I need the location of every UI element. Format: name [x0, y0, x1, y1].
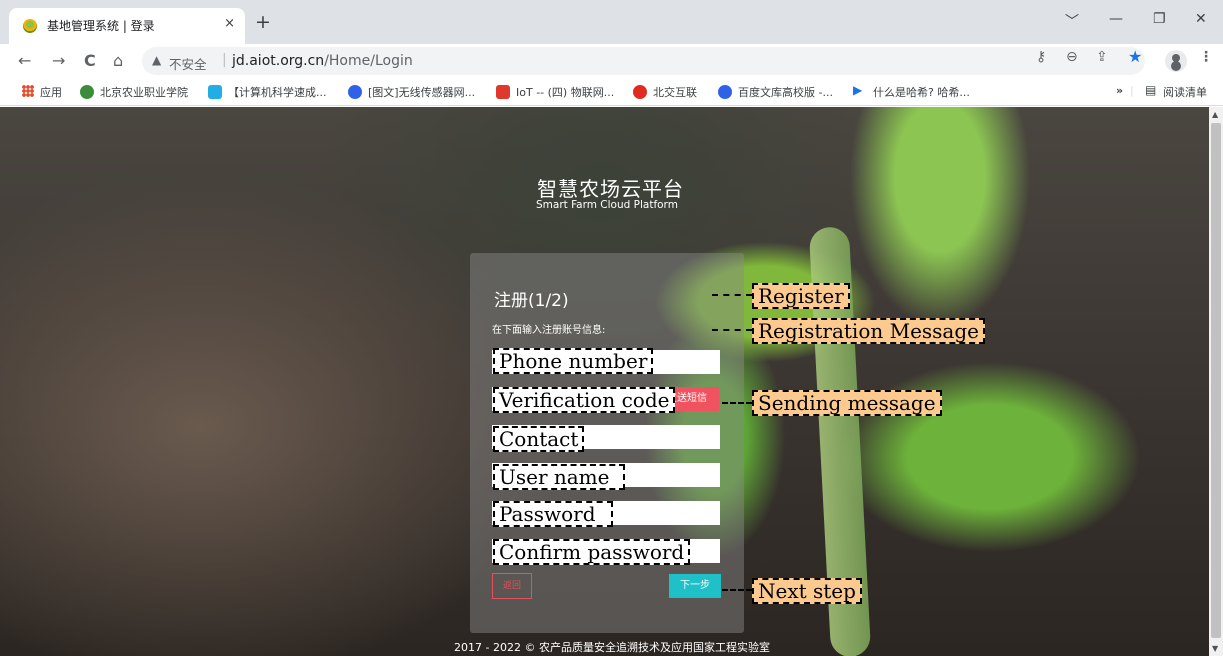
browser-tab[interactable]: 基地管理系统 | 登录 ×	[9, 8, 245, 44]
share-icon[interactable]: ⇪	[1096, 49, 1108, 65]
form-subtitle: 在下面输入注册账号信息:	[492, 325, 606, 336]
csdn-icon	[496, 85, 510, 99]
bookmarks-bar: 应用 北京农业职业学院 【计算机科学速成... [图文]无线传感器网... Io…	[0, 78, 1223, 106]
star-icon[interactable]: ★	[1128, 47, 1142, 66]
annotation-confirm-password: Confirm password	[493, 539, 691, 565]
reload-icon[interactable]: C	[84, 51, 96, 70]
tab-search-icon[interactable]: ﹀	[1065, 11, 1079, 31]
login-page: 智慧农场云平台 Smart Farm Cloud Platform 注册(1/2…	[0, 107, 1223, 656]
scroll-thumb[interactable]	[1211, 123, 1221, 638]
next-step-button[interactable]: 下一步	[669, 574, 721, 598]
divider: |	[1130, 84, 1134, 97]
annotation-register: Register	[752, 283, 850, 309]
scroll-up-icon[interactable]: ▲	[1212, 110, 1218, 119]
divider: |	[222, 52, 227, 68]
bookmark-1[interactable]: 北京农业职业学院	[100, 84, 188, 100]
scroll-down-icon[interactable]: ▼	[1212, 644, 1218, 653]
restore-button[interactable]: ❐	[1153, 11, 1166, 27]
bookmark-5[interactable]: 北交互联	[653, 84, 697, 100]
menu-icon[interactable]: ⋮	[1199, 49, 1213, 65]
url-host: jd.aiot.org.cn	[232, 53, 325, 69]
close-window-button[interactable]: ✕	[1195, 11, 1207, 27]
annotation-phone-number: Phone number	[493, 348, 654, 374]
baidu-icon	[348, 85, 362, 99]
forward-icon[interactable]: →	[52, 51, 65, 70]
home-icon[interactable]: ⌂	[113, 51, 123, 70]
address-bar[interactable]: ▲ 不安全 | jd.aiot.org.cn/Home/Login	[142, 47, 1145, 75]
page-scrollbar[interactable]: ▲ ▼	[1209, 107, 1223, 656]
annotation-sending-message: Sending message	[752, 390, 942, 416]
annotation-next-step: Next step	[752, 578, 862, 604]
school-icon	[80, 85, 94, 99]
bookmark-3[interactable]: [图文]无线传感器网...	[368, 84, 475, 100]
annotation-leader	[712, 294, 752, 296]
bookmark-apps[interactable]: 应用	[40, 84, 62, 100]
key-icon[interactable]: ⚷	[1036, 49, 1046, 65]
url-path: /Home/Login	[324, 53, 413, 69]
new-tab-button[interactable]: +	[255, 13, 271, 32]
annotation-contact: Contact	[493, 426, 585, 452]
red-icon	[633, 85, 647, 99]
bilibili-icon	[208, 85, 222, 99]
tab-strip: 基地管理系统 | 登录 × + ﹀ — ❐ ✕	[0, 0, 1223, 44]
annotation-password: Password	[493, 501, 613, 527]
warning-icon: ▲	[152, 53, 162, 67]
security-status[interactable]: 不安全	[169, 54, 207, 73]
annotation-leader	[722, 402, 752, 404]
annotation-leader	[722, 589, 752, 591]
annotation-verification-code: Verification code	[493, 387, 676, 413]
page-footer: 2017 - 2022 © 农产品质量安全追溯技术及应用国家工程实验室	[454, 641, 770, 654]
annotation-user-name: User name	[493, 464, 625, 490]
annotation-registration-message: Registration Message	[752, 318, 985, 344]
platform-subtitle: Smart Farm Cloud Platform	[536, 199, 678, 211]
browser-toolbar: ← → C ⌂ ▲ 不安全 | jd.aiot.org.cn/Home/Logi…	[0, 44, 1223, 78]
more-bookmarks-button[interactable]: »	[1116, 84, 1123, 97]
bookmark-6[interactable]: 百度文库高校版 -...	[738, 84, 833, 100]
reading-list-label[interactable]: 阅读清单	[1163, 84, 1207, 100]
baidu-icon	[718, 85, 732, 99]
back-button[interactable]: 返回	[492, 573, 532, 599]
tab-title: 基地管理系统 | 登录	[47, 19, 155, 33]
bookmark-2[interactable]: 【计算机科学速成...	[228, 84, 327, 100]
zoom-icon[interactable]: ⊖	[1066, 49, 1078, 65]
annotation-leader	[712, 329, 752, 331]
bookmark-4[interactable]: IoT -- (四) 物联网...	[516, 84, 614, 100]
bookmark-7[interactable]: 什么是哈希? 哈希...	[873, 84, 970, 100]
back-icon[interactable]: ←	[18, 51, 31, 70]
form-title: 注册(1/2)	[494, 291, 569, 311]
minimize-button[interactable]: —	[1109, 11, 1123, 27]
platform-title: 智慧农场云平台	[537, 177, 684, 201]
apps-icon[interactable]	[22, 85, 34, 97]
site-favicon-icon	[23, 19, 37, 33]
reading-list-icon[interactable]: ▤	[1145, 83, 1156, 97]
profile-icon[interactable]	[1165, 50, 1187, 72]
close-tab-icon[interactable]: ×	[224, 16, 235, 31]
play-icon: ▶	[853, 83, 863, 97]
url-text[interactable]: jd.aiot.org.cn/Home/Login	[232, 53, 413, 69]
